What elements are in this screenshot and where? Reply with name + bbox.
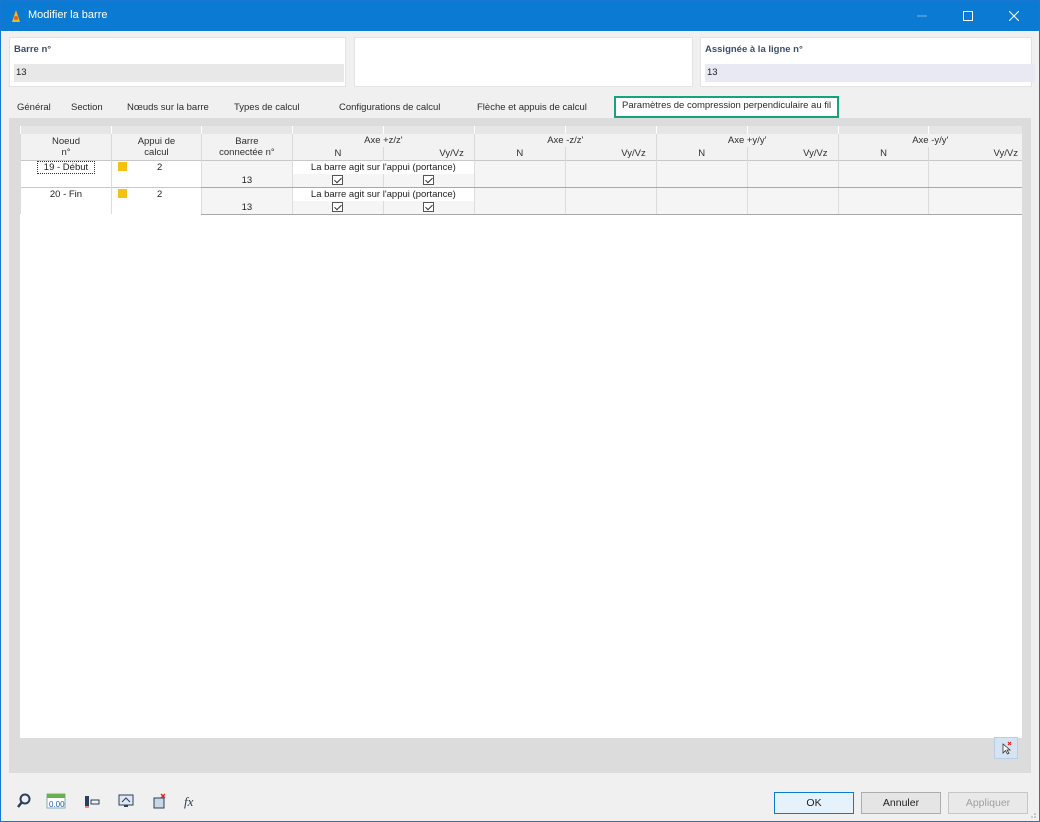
support-color-swatch [117,189,127,199]
numeric-format-icon[interactable]: 0.00 [45,791,67,811]
select-in-model-button[interactable] [994,737,1018,759]
connected-empty-cell [200,186,293,201]
support-header: Appui de calcul [110,134,202,160]
section-icon[interactable] [149,791,171,811]
connected-member-header: Barre connectée n° [200,134,293,160]
formula-icon[interactable]: fx [181,791,203,811]
empty-header-panel [354,37,693,87]
n-header: N [473,147,566,160]
n-checkbox[interactable] [332,174,344,185]
bearing-note: La barre agit sur l'appui (portance) [291,159,475,174]
minimize-icon [917,15,927,17]
support-color-swatch [117,162,127,172]
resize-grip-icon[interactable] [1029,811,1037,819]
svg-text:fx: fx [184,794,194,809]
n-header: N [291,147,384,160]
dialog-window: Modifier la barre Barre n° 13 Assignée à… [0,0,1040,822]
node-cell[interactable]: 20 - Fin [20,186,112,214]
vyvz-checkbox-cell[interactable] [382,173,475,188]
close-icon [1009,11,1019,21]
assigned-line-field[interactable]: 13 [705,64,1035,82]
tab-general[interactable]: Général [13,98,55,118]
apply-button[interactable]: Appliquer [948,792,1028,814]
cancel-button[interactable]: Annuler [861,792,941,814]
tab-design-configurations[interactable]: Configurations de calcul [335,98,444,118]
title-bar: Modifier la barre [1,1,1039,31]
maximize-button[interactable] [945,1,991,31]
connected-empty-cell [200,159,293,174]
axis-plus-z-header: Axe +z/z' [291,134,475,147]
vyvz-header: Vy/Vz [928,147,1022,160]
tab-section[interactable]: Section [67,98,107,118]
tab-deflection-supports[interactable]: Flèche et appuis de calcul [473,98,591,118]
bearing-note: La barre agit sur l'appui (portance) [291,186,475,201]
n-checkbox[interactable] [332,201,344,212]
app-icon [12,10,20,22]
tab-perpendicular-compression[interactable]: Paramètres de compression perpendiculair… [614,96,840,118]
connected-member-cell[interactable]: 13 [200,173,293,188]
vyvz-checkbox[interactable] [423,174,435,185]
support-cell[interactable]: 2 [110,186,202,214]
table-row: 20 - Fin 2 La barre agit sur l'appui (po… [20,186,1022,214]
connected-member-cell[interactable]: 13 [200,200,293,215]
assigned-line-group: Assignée à la ligne n° 13 [700,37,1035,87]
n-header: N [837,147,929,160]
node-cell[interactable]: 19 - Début [20,159,112,187]
tab-content-panel: Noeud n° Appui de calcul Barre connectée n°… [9,118,1031,773]
table-row: 19 - Début 2 La barre agit sur l'appui (… [20,159,1022,187]
n-header: N [655,147,748,160]
axis-minus-y-header: Axe -y/y' [837,134,1022,147]
vyvz-checkbox-cell[interactable] [382,200,475,215]
header-row-1: Noeud n° Appui de calcul Barre connectée n°… [20,134,1022,160]
node-header: Noeud n° [20,134,112,160]
member-view-icon[interactable] [81,791,103,811]
compression-table: Noeud n° Appui de calcul Barre connectée n°… [20,126,1022,215]
n-checkbox-cell[interactable] [291,173,384,188]
vyvz-header: Vy/Vz [746,147,839,160]
member-number-group: Barre n° 13 [9,37,346,87]
vyvz-checkbox[interactable] [423,201,435,212]
n-checkbox-cell[interactable] [291,200,384,215]
display-icon[interactable] [115,791,137,811]
svg-text:0.00: 0.00 [49,800,65,809]
member-number-label: Barre n° [14,44,52,55]
close-button[interactable] [991,1,1037,31]
tab-member-nodes[interactable]: Nœuds sur la barre [123,98,213,118]
member-number-field[interactable]: 13 [14,64,344,82]
window-title: Modifier la barre [28,9,108,21]
tab-design-types[interactable]: Types de calcul [230,98,303,118]
assigned-line-label: Assignée à la ligne n° [705,44,803,55]
vyvz-header: Vy/Vz [382,147,475,160]
header-strip [20,126,1022,134]
search-icon[interactable] [13,791,35,811]
axis-plus-y-header: Axe +y/y' [655,134,839,147]
grid-container: Noeud n° Appui de calcul Barre connectée n°… [20,126,1022,738]
axis-minus-z-header: Axe -z/z' [473,134,657,147]
maximize-icon [963,11,973,21]
vyvz-header: Vy/Vz [564,147,657,160]
minimize-button[interactable] [899,1,945,31]
pointer-select-icon [1002,741,1012,755]
support-cell[interactable]: 2 [110,159,202,187]
ok-button[interactable]: OK [774,792,854,814]
